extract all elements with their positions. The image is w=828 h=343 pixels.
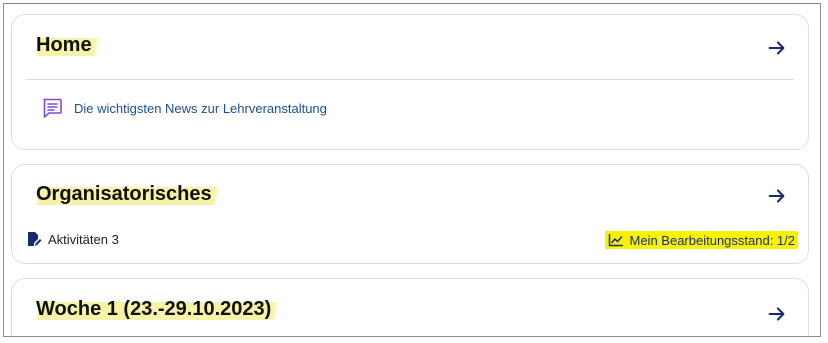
arrow-right-icon[interactable] <box>766 37 788 59</box>
news-link-label: Die wichtigsten News zur Lehrveranstaltu… <box>74 100 327 116</box>
progress-status-badge: Mein Bearbeitungsstand: 1/2 <box>604 231 798 249</box>
news-link[interactable]: Die wichtigsten News zur Lehrveranstaltu… <box>40 96 327 120</box>
section-card-woche-1: Woche 1 (23.-29.10.2023) <box>11 278 809 336</box>
section-card-organisatorisches: Organisatorisches Aktivitäten 3 Mein Bea… <box>11 164 809 264</box>
activities-info: Aktivitäten 3 <box>26 231 119 247</box>
section-card-home: Home Die wichtigsten News zur Lehrverans… <box>11 14 809 150</box>
progress-status-label: Mein Bearbeitungsstand: 1/2 <box>629 232 796 248</box>
activities-label: Aktivitäten 3 <box>48 231 119 247</box>
section-title-organisatorisches[interactable]: Organisatorisches <box>32 181 222 207</box>
course-outline: Home Die wichtigsten News zur Lehrverans… <box>3 3 821 337</box>
arrow-right-icon[interactable] <box>766 303 788 325</box>
section-title-home[interactable]: Home <box>32 32 102 58</box>
trend-chart-icon <box>608 234 623 247</box>
message-icon <box>43 98 62 118</box>
section-title-woche-1[interactable]: Woche 1 (23.-29.10.2023) <box>32 296 282 322</box>
divider <box>26 79 794 80</box>
arrow-right-icon[interactable] <box>766 185 788 207</box>
edit-file-icon <box>28 232 42 246</box>
